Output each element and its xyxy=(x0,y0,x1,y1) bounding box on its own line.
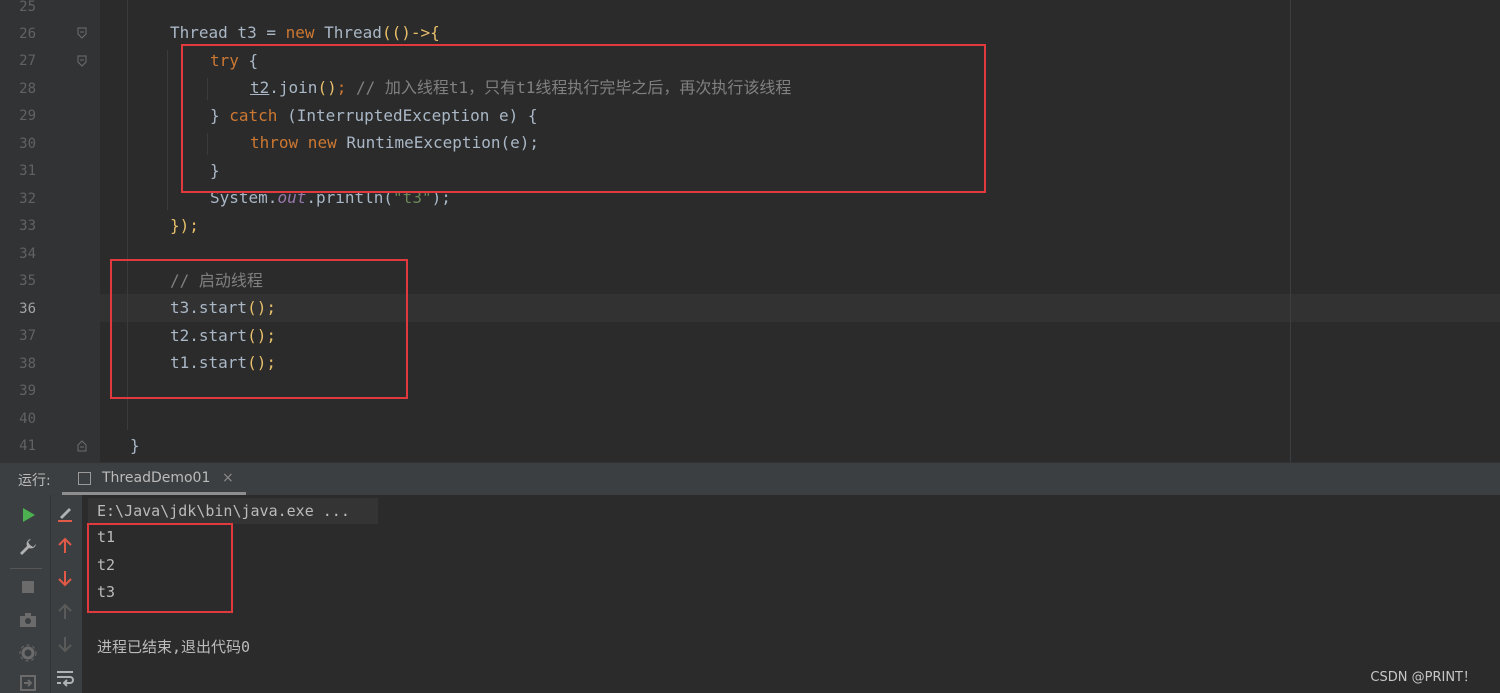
line-number: 33 xyxy=(19,218,36,234)
line-number: 30 xyxy=(19,136,36,152)
annotation-box-start-threads xyxy=(110,259,408,399)
tab-active-indicator xyxy=(62,492,246,495)
console-command: E:\Java\jdk\bin\java.exe ... xyxy=(97,502,350,520)
soft-wrap-icon[interactable] xyxy=(55,667,75,687)
run-panel-header: 运行: ThreadDemo01 × xyxy=(0,462,1500,495)
toolbar-divider xyxy=(10,568,42,569)
tab-threaddemo01[interactable]: ThreadDemo01 × xyxy=(62,463,246,495)
code-editor[interactable]: 25 26 27 28 29 30 31 32 33 34 35 36 37 3… xyxy=(0,0,1500,462)
wrench-icon[interactable] xyxy=(18,537,38,557)
line-number: 29 xyxy=(19,108,36,124)
right-margin-guide xyxy=(1290,0,1291,462)
line-number: 37 xyxy=(19,328,36,344)
indent-guide xyxy=(167,50,168,210)
line-number: 27 xyxy=(19,53,36,69)
line-number: 35 xyxy=(19,273,36,289)
line-number: 40 xyxy=(19,411,36,427)
run-label: 运行: xyxy=(18,473,51,489)
watermark: CSDN @PRINT！ xyxy=(1370,670,1476,685)
settings-icon[interactable] xyxy=(18,643,38,663)
line-number: 25 xyxy=(19,0,36,15)
stop-icon[interactable] xyxy=(18,577,38,597)
line-number-current: 36 xyxy=(19,301,36,317)
fold-icon[interactable] xyxy=(77,55,87,67)
clear-icon[interactable] xyxy=(55,503,75,523)
tab-title: ThreadDemo01 xyxy=(102,470,211,486)
fold-icon[interactable] xyxy=(77,27,87,39)
code-line-41: } xyxy=(130,436,140,455)
arrow-up-disabled-icon[interactable] xyxy=(55,602,75,622)
code-line-26: Thread t3 = new Thread(()->{ xyxy=(170,23,440,42)
rerun-icon[interactable] xyxy=(18,505,38,525)
line-number: 41 xyxy=(19,438,36,454)
toolbar-divider xyxy=(50,495,51,693)
line-number: 38 xyxy=(19,356,36,372)
fold-icon[interactable] xyxy=(77,440,87,452)
arrow-up-icon[interactable] xyxy=(55,536,75,556)
annotation-box-output xyxy=(87,523,233,613)
arrow-down-icon[interactable] xyxy=(55,568,75,588)
annotation-box-try-catch xyxy=(181,44,986,193)
line-number-gutter: 25 26 27 28 29 30 31 32 33 34 35 36 37 3… xyxy=(0,0,100,462)
run-toolbar xyxy=(0,495,82,693)
line-number: 31 xyxy=(19,163,36,179)
arrow-down-disabled-icon[interactable] xyxy=(55,634,75,654)
console-icon xyxy=(78,472,91,485)
line-number: 26 xyxy=(19,26,36,42)
run-panel: 运行: ThreadDemo01 × E:\Java\jdk\bin\java.… xyxy=(0,462,1500,693)
camera-icon[interactable] xyxy=(18,610,38,630)
line-number: 32 xyxy=(19,191,36,207)
close-icon[interactable]: × xyxy=(222,470,234,486)
line-number: 39 xyxy=(19,383,36,399)
code-line-33: }); xyxy=(170,216,199,235)
console-exit-message: 进程已结束,退出代码0 xyxy=(97,638,251,656)
line-number: 34 xyxy=(19,246,36,262)
exit-icon[interactable] xyxy=(18,673,38,693)
line-number: 28 xyxy=(19,81,36,97)
